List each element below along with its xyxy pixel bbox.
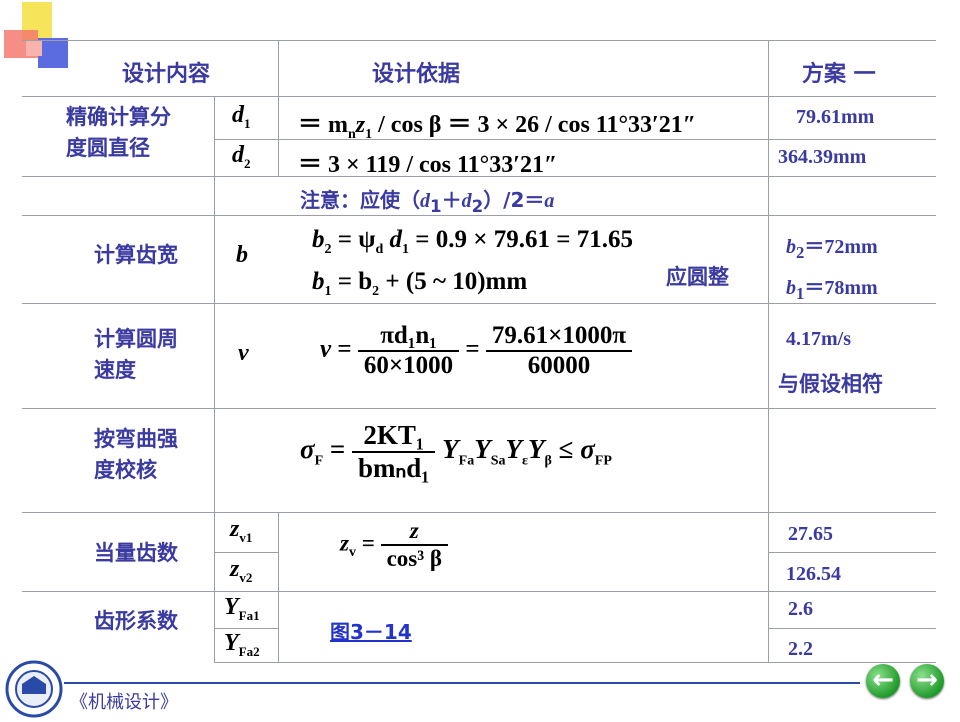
label-diameter-line2: 度圆直径 (66, 136, 150, 160)
equation-bending: σF = 2KT₁ bmₙd₁ YFaYSaYεYβ ≤ σFP (300, 420, 612, 483)
header-scheme: 方案 一 (802, 62, 876, 87)
symbol-yfa2: YFa2 (224, 630, 260, 659)
footer-rule (64, 682, 860, 684)
label-diameter-line1: 精确计算分 (66, 105, 171, 129)
label-form-factor: 齿形系数 (94, 609, 178, 633)
result-zv1: 27.65 (788, 523, 833, 545)
grid-line (22, 512, 936, 513)
grid-line (278, 512, 279, 662)
note-condition: 注意：应使（d1＋d2）/2＝a (300, 188, 555, 216)
grid-line (768, 552, 936, 553)
deco-square-light (26, 40, 42, 56)
equation-b2: b2 = ψd d1 = 0.9 × 79.61 = 71.65 (312, 226, 633, 257)
result-b1: b1＝78mm (786, 277, 878, 303)
symbol-zv1: zv1 (230, 516, 253, 545)
grid-line (768, 40, 769, 662)
result-b2: b2＝72mm (786, 236, 878, 262)
result-zv2: 126.54 (786, 563, 841, 585)
symbol-b: b (236, 242, 248, 268)
grid-line (214, 552, 278, 553)
result-d2: 364.39mm (778, 146, 867, 168)
label-bending-line1: 按弯曲强 (94, 427, 178, 451)
grid-line (768, 628, 936, 629)
equation-d1: ＝ mnz1 / cos β ＝ 3 × 26 / cos 11°33′21″ (298, 112, 697, 142)
result-yfa2: 2.2 (788, 638, 813, 660)
result-yfa1: 2.6 (788, 598, 813, 620)
grid-line (22, 40, 936, 41)
grid-line (214, 662, 936, 663)
result-speed: 4.17m/s (786, 328, 851, 350)
grid-line (278, 40, 279, 96)
grid-line (214, 628, 278, 629)
result-speed-note: 与假设相符 (778, 372, 883, 396)
next-arrow-icon[interactable]: → (910, 664, 944, 698)
grid-line (278, 96, 279, 176)
equation-speed: v = πd₁n₁ 60×1000 = 79.61×1000π 60000 (320, 322, 633, 380)
deco-square-blue (38, 38, 68, 68)
grid-line (214, 96, 215, 662)
symbol-v: v (238, 340, 249, 366)
grid-line (22, 591, 936, 592)
label-width: 计算齿宽 (94, 243, 178, 267)
symbol-d2: d2 (232, 142, 251, 171)
footer-book-title: 《机械设计》 (70, 692, 178, 713)
result-d1: 79.61mm (796, 106, 875, 128)
equation-b1: b1 = b2 + (5 ~ 10)mm (312, 268, 528, 299)
symbol-yfa1: YFa1 (224, 594, 260, 623)
header-design-basis: 设计依据 (372, 62, 461, 87)
label-equivalent: 当量齿数 (94, 541, 178, 565)
symbol-zv2: zv2 (230, 556, 253, 585)
prev-arrow-icon[interactable]: ← (866, 664, 900, 698)
figure-link[interactable]: 图3－14 (330, 616, 412, 645)
university-logo-icon (4, 660, 64, 718)
note-round-off: 应圆整 (666, 265, 729, 289)
label-speed-line2: 速度 (94, 358, 136, 382)
equation-d2: ＝ 3 × 119 / cos 11°33′21″ (298, 152, 558, 178)
header-design-content: 设计内容 (122, 62, 211, 87)
grid-line (22, 96, 936, 97)
grid-line (22, 408, 936, 409)
label-bending-line2: 度校核 (94, 458, 157, 482)
label-speed-line1: 计算圆周 (94, 327, 178, 351)
equation-equivalent: zv = z cos³ β (340, 518, 448, 572)
symbol-d1: d1 (232, 102, 251, 131)
